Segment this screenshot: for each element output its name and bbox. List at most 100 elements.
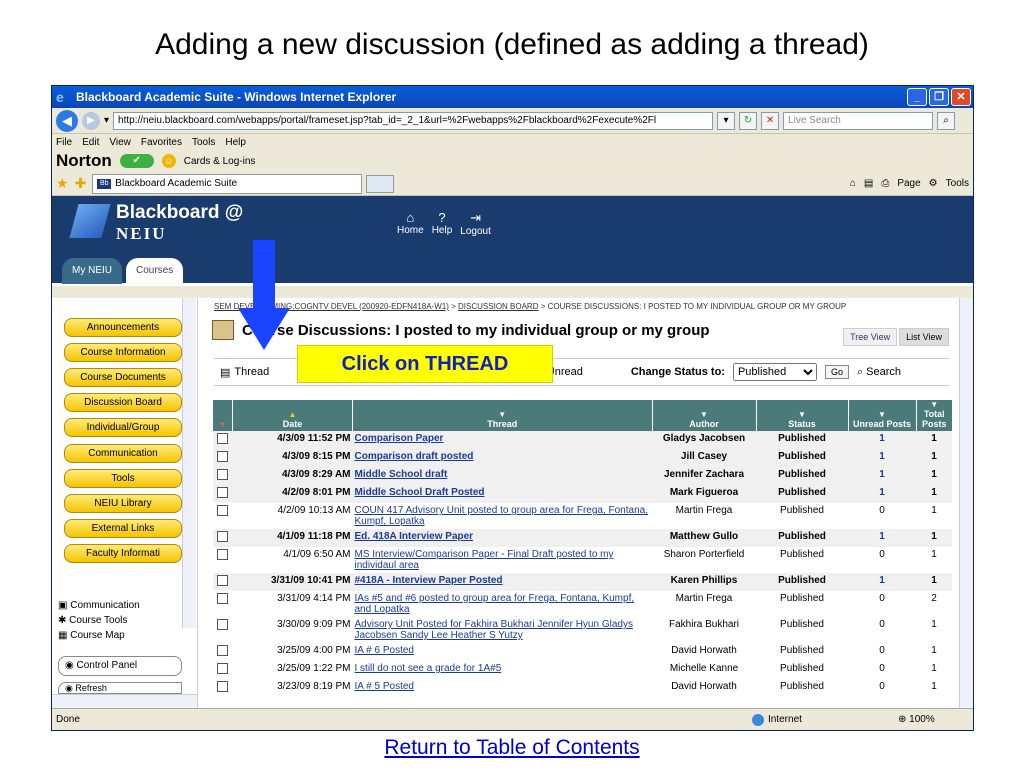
- thread-link[interactable]: COUN 417 Advisory Unit posted to group a…: [355, 505, 649, 527]
- cards-logins-button[interactable]: Cards & Log-ins: [184, 156, 256, 167]
- go-button[interactable]: Go: [824, 365, 849, 379]
- title-bar[interactable]: e Blackboard Academic Suite - Windows In…: [52, 86, 973, 108]
- row-unread[interactable]: 1: [848, 431, 916, 449]
- menu-favorites[interactable]: Favorites: [141, 137, 182, 148]
- nav-course-documents[interactable]: Course Documents: [64, 368, 182, 387]
- breadcrumb-discussion-board[interactable]: DISCUSSION BOARD: [458, 302, 538, 311]
- thread-button[interactable]: ▤ Thread: [220, 366, 269, 379]
- feeds-icon[interactable]: ▤: [864, 178, 873, 189]
- checkbox[interactable]: [217, 663, 228, 674]
- checkbox[interactable]: [217, 681, 228, 692]
- unread-link[interactable]: 1: [879, 451, 885, 462]
- tree-view-button[interactable]: Tree View: [843, 328, 898, 346]
- header-thread[interactable]: ▼ Thread: [352, 400, 652, 431]
- thread-link[interactable]: Comparison draft posted: [355, 451, 474, 462]
- row-thread[interactable]: MS Interview/Comparison Paper - Final Dr…: [353, 547, 653, 573]
- thread-link[interactable]: Ed. 418A Interview Paper: [355, 531, 474, 542]
- row-thread[interactable]: IA # 6 Posted: [353, 643, 653, 661]
- stop-icon[interactable]: ✕: [761, 111, 780, 130]
- nav-communication[interactable]: Communication: [64, 444, 182, 463]
- row-thread[interactable]: Middle School draft: [352, 467, 652, 485]
- list-view-button[interactable]: List View: [899, 328, 949, 346]
- row-checkbox[interactable]: [212, 485, 233, 503]
- close-icon[interactable]: ✕: [951, 88, 971, 106]
- tool-communication[interactable]: ▣ Communication: [58, 598, 140, 613]
- home-link[interactable]: ⌂ Home: [397, 210, 424, 237]
- back-button[interactable]: ◀: [56, 109, 78, 132]
- row-thread[interactable]: I still do not see a grade for 1A#5: [353, 661, 653, 679]
- row-thread[interactable]: Comparison draft posted: [352, 449, 652, 467]
- menu-tools[interactable]: Tools: [192, 137, 215, 148]
- nav-announcements[interactable]: Announcements: [64, 318, 182, 337]
- row-checkbox[interactable]: [212, 529, 233, 547]
- row-checkbox[interactable]: [213, 617, 233, 643]
- maximize-icon[interactable]: ❐: [929, 88, 949, 106]
- home-icon[interactable]: ⌂: [850, 178, 856, 189]
- thread-link[interactable]: IAs #5 and #6 posted to group area for F…: [355, 593, 635, 615]
- status-select[interactable]: Published: [732, 363, 817, 381]
- header-unread[interactable]: ▼ Unread Posts: [847, 400, 916, 431]
- tab-my-neiu[interactable]: My NEIU: [62, 258, 122, 284]
- thread-link[interactable]: Advisory Unit Posted for Fakhira Bukhari…: [355, 619, 633, 641]
- checkbox[interactable]: [217, 619, 228, 630]
- add-favorites-icon[interactable]: ✚: [75, 175, 87, 192]
- unread-link[interactable]: 1: [879, 531, 885, 542]
- row-unread[interactable]: 1: [848, 449, 916, 467]
- tool-course-tools[interactable]: ✱ Course Tools: [58, 613, 140, 628]
- thread-link[interactable]: Middle School draft: [355, 469, 448, 480]
- checkbox[interactable]: [217, 645, 228, 656]
- row-thread[interactable]: Comparison Paper: [352, 431, 652, 449]
- header-date[interactable]: ▲ Date: [232, 400, 353, 431]
- thread-link[interactable]: #418A - Interview Paper Posted: [355, 575, 503, 586]
- row-checkbox[interactable]: [212, 431, 233, 449]
- unread-link[interactable]: 1: [879, 575, 885, 586]
- row-thread[interactable]: IAs #5 and #6 posted to group area for F…: [353, 591, 653, 617]
- row-unread[interactable]: 1: [848, 467, 916, 485]
- row-unread[interactable]: 0: [848, 547, 916, 573]
- unread-link[interactable]: 1: [879, 433, 885, 444]
- checkbox[interactable]: [217, 531, 228, 542]
- content-scrollbar[interactable]: [959, 298, 973, 708]
- row-checkbox[interactable]: [213, 547, 233, 573]
- zoom-level[interactable]: ⊕ 100%: [898, 714, 935, 725]
- tools-menu[interactable]: Tools: [946, 178, 969, 189]
- table-of-contents-link[interactable]: Return to Table of Contents: [0, 736, 1024, 760]
- nav-individual-group[interactable]: Individual/Group: [64, 418, 182, 437]
- row-thread[interactable]: COUN 417 Advisory Unit posted to group a…: [353, 503, 653, 529]
- thread-link[interactable]: IA # 6 Posted: [355, 645, 415, 656]
- new-tab-button[interactable]: [366, 174, 395, 193]
- tab-courses[interactable]: Courses: [126, 258, 184, 284]
- checkbox[interactable]: [217, 433, 228, 444]
- help-link[interactable]: ? Help: [432, 210, 453, 237]
- thread-link[interactable]: MS Interview/Comparison Paper - Final Dr…: [355, 549, 614, 571]
- search-button[interactable]: ⌕ Search: [857, 366, 901, 379]
- refresh-icon[interactable]: ↻: [739, 111, 758, 130]
- nav-external-links[interactable]: External Links: [64, 519, 182, 538]
- logout-link[interactable]: ⇥ Logout: [460, 210, 491, 237]
- unread-link[interactable]: 1: [879, 469, 885, 480]
- row-checkbox[interactable]: [213, 679, 233, 697]
- row-unread[interactable]: 1: [848, 573, 916, 591]
- row-unread[interactable]: 0: [848, 591, 916, 617]
- gear-icon[interactable]: ⚙: [929, 178, 938, 189]
- header-status[interactable]: ▼ Status: [755, 400, 848, 431]
- header-total[interactable]: ▼ Total Posts: [915, 400, 952, 431]
- header-select[interactable]: ▼: [212, 400, 233, 431]
- thread-link[interactable]: Comparison Paper: [355, 433, 444, 444]
- course-menu-hscrollbar[interactable]: [52, 694, 197, 708]
- control-panel-button[interactable]: ◉ Control Panel: [58, 656, 182, 676]
- nav-course-information[interactable]: Course Information: [64, 343, 182, 362]
- row-thread[interactable]: IA # 5 Posted: [353, 679, 653, 697]
- thread-link[interactable]: Middle School Draft Posted: [355, 487, 485, 498]
- search-icon[interactable]: ⌕: [937, 111, 956, 130]
- minimize-icon[interactable]: _: [907, 88, 927, 106]
- row-checkbox[interactable]: [213, 643, 233, 661]
- row-thread[interactable]: Advisory Unit Posted for Fakhira Bukhari…: [353, 617, 653, 643]
- url-input[interactable]: http://neiu.blackboard.com/webapps/porta…: [113, 111, 714, 130]
- row-unread[interactable]: 0: [848, 503, 916, 529]
- row-checkbox[interactable]: [212, 573, 233, 591]
- row-unread[interactable]: 1: [848, 485, 916, 503]
- row-unread[interactable]: 0: [848, 679, 916, 697]
- row-checkbox[interactable]: [212, 467, 233, 485]
- checkbox[interactable]: [217, 549, 228, 560]
